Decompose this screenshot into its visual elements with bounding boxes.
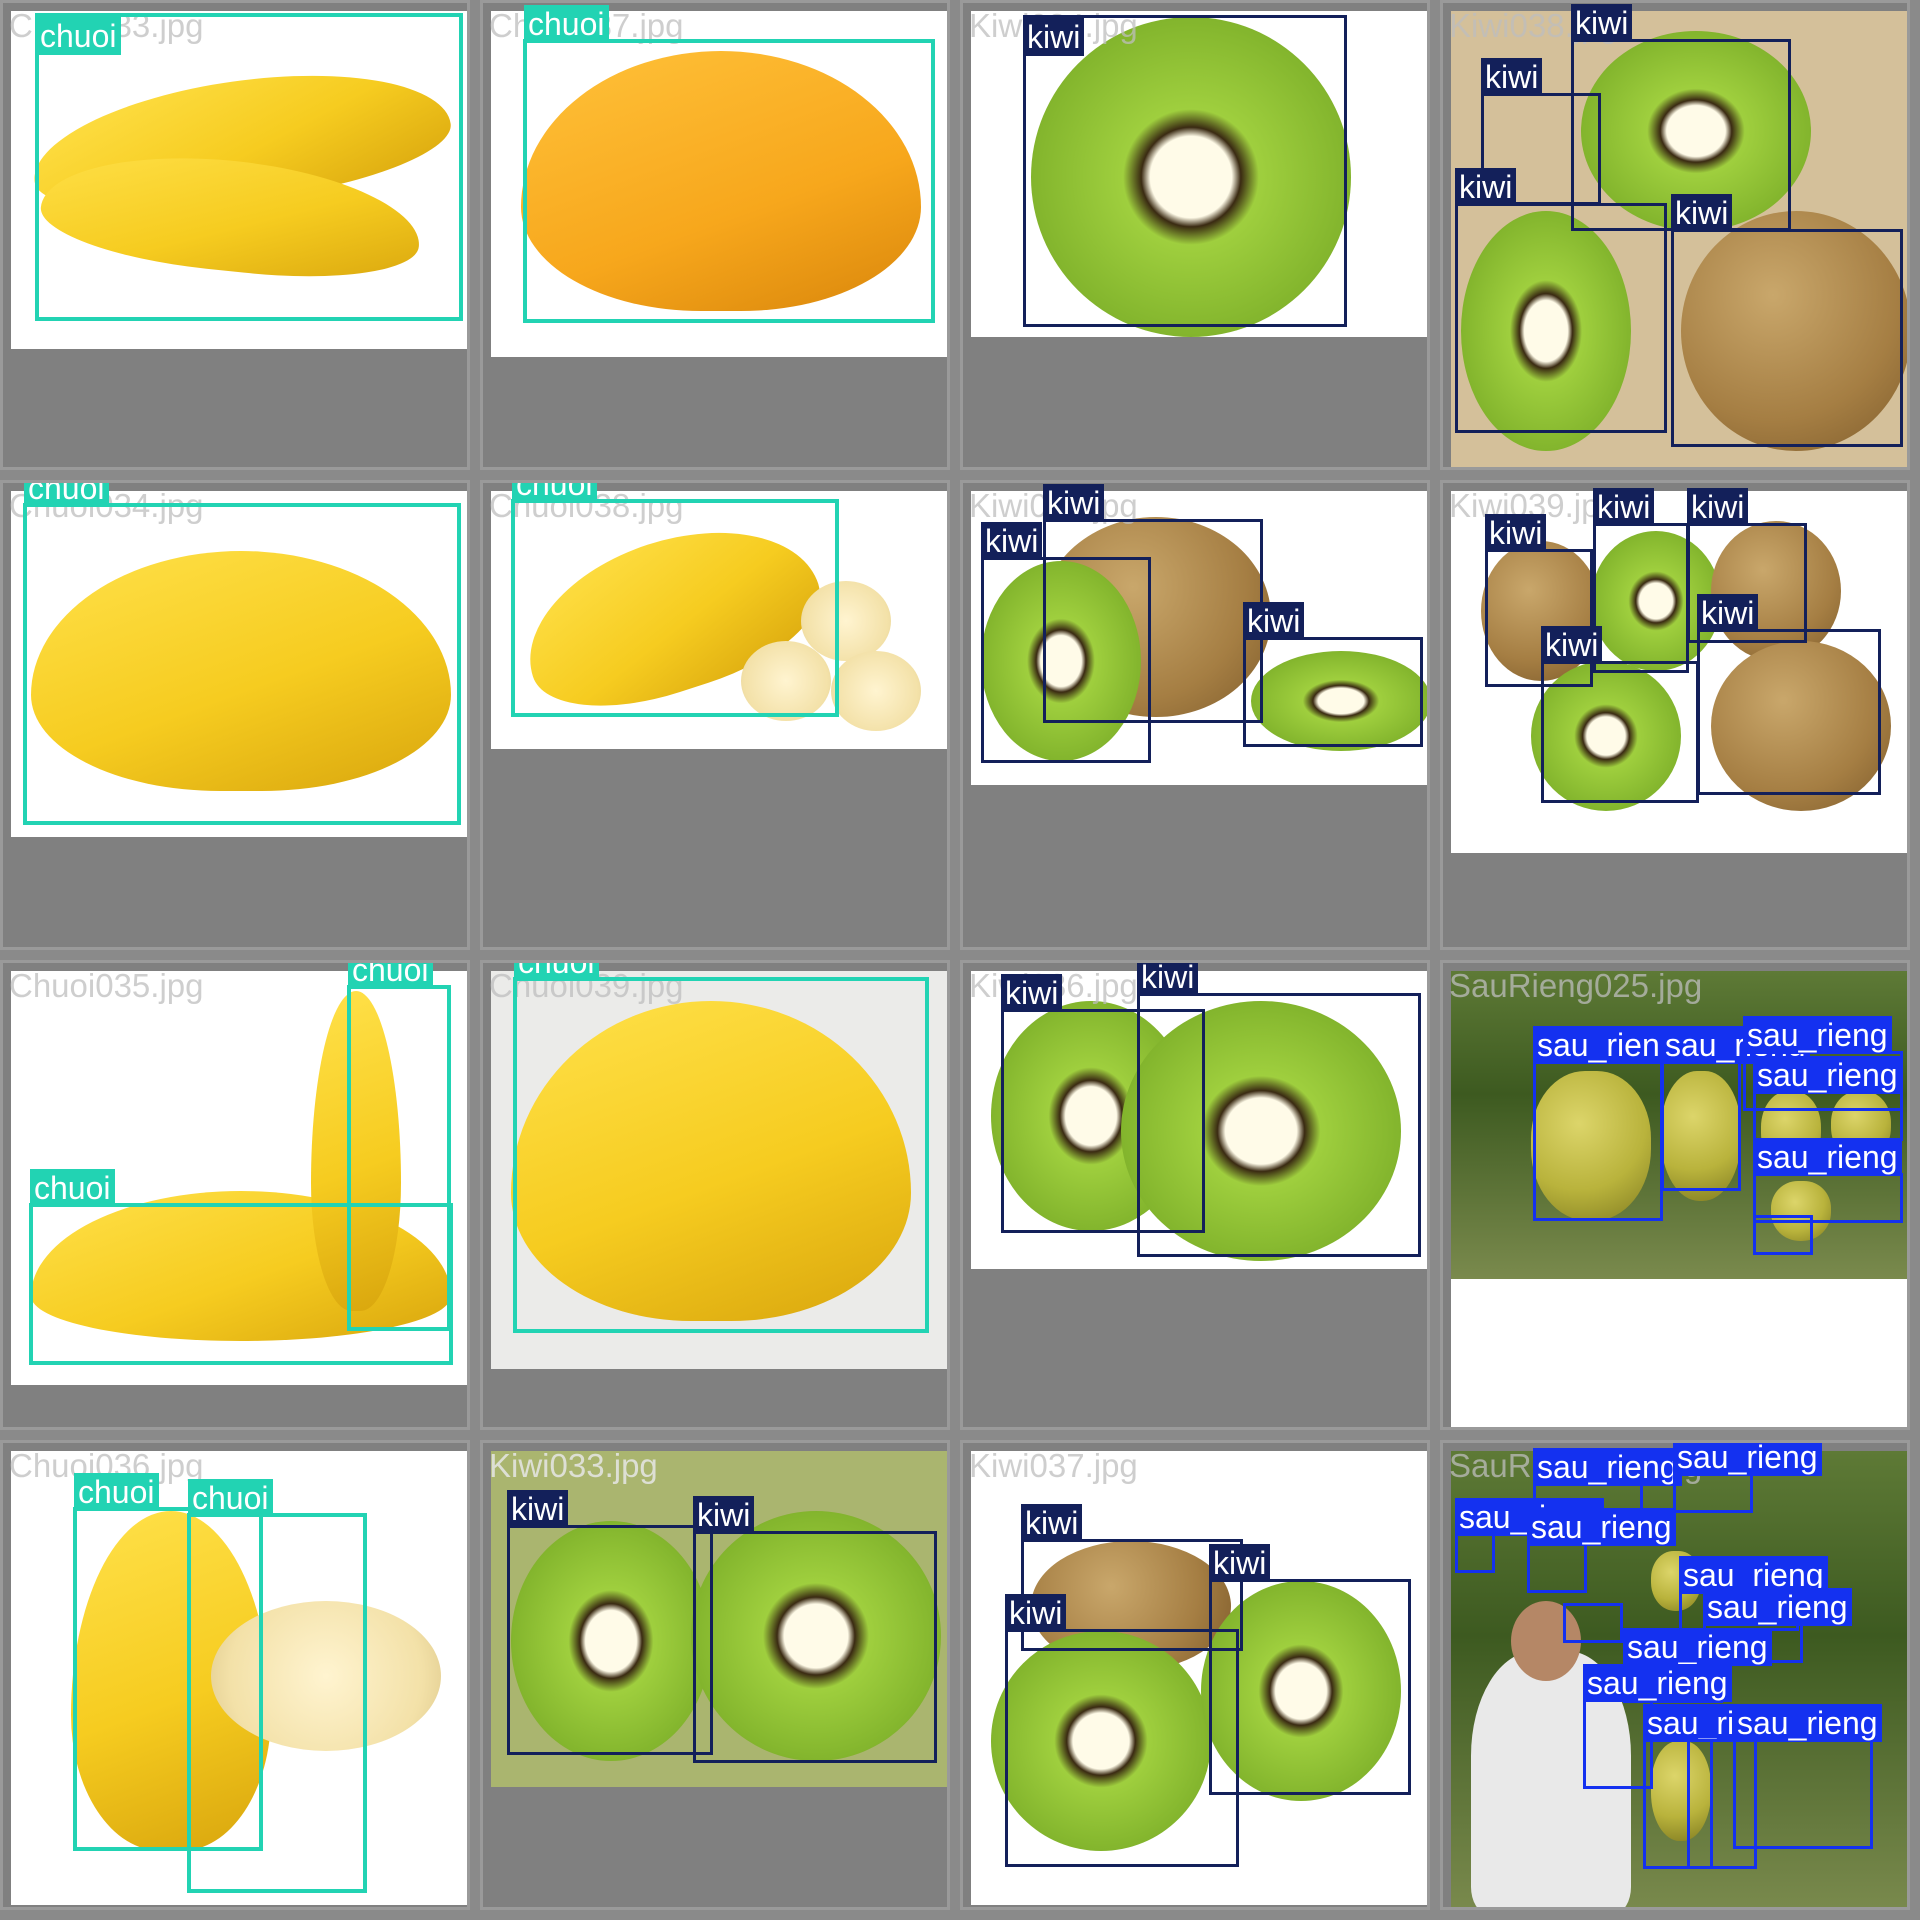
detection-label: sau_rieng	[1527, 1508, 1676, 1546]
detection-label: chuoi	[30, 1169, 115, 1207]
detection-label: chuoi	[36, 17, 121, 55]
detection-label: chuoi	[348, 963, 433, 989]
detection-box: kiwi	[1697, 594, 1881, 795]
detection-label: kiwi	[1593, 488, 1655, 526]
image-tile: Kiwi034.jpg kiwi	[960, 0, 1430, 470]
detection-label: sau_rieng	[1743, 1016, 1892, 1054]
detection-label: sau_rieng	[1533, 1448, 1682, 1486]
image-filename: Kiwi033.jpg	[489, 1447, 658, 1484]
image-tile: Kiwi037.jpg kiwi kiwi kiwi	[960, 1440, 1430, 1910]
detection-label: chuoi	[524, 5, 609, 43]
image-tile: SauRieng026.jpg sau_rieng sau_rieng sau_…	[1440, 1440, 1910, 1910]
detection-label: kiwi	[1571, 4, 1633, 42]
detection-label: kiwi	[1481, 58, 1543, 96]
image-tile: SauRieng025.jpg sau_rieng sau_rieng sau_…	[1440, 960, 1910, 1430]
detection-label: kiwi	[507, 1490, 569, 1528]
detection-label: sau_rieng	[1673, 1443, 1822, 1476]
detection-label: kiwi	[1001, 974, 1063, 1012]
image-tile: Kiwi038.jpg kiwi kiwi kiwi kiwi	[1440, 0, 1910, 470]
image-tile: Kiwi035.jpg kiwi kiwi kiwi	[960, 480, 1430, 950]
image-tile: Chuoi038.jpg chuoi	[480, 480, 950, 950]
image-tile: Chuoi034.jpg chuoi	[0, 480, 470, 950]
detection-box: kiwi	[1243, 602, 1423, 747]
detection-box: kiwi	[981, 522, 1151, 763]
detection-label: kiwi	[1021, 1504, 1083, 1542]
detection-box: sau_rieng	[1533, 1026, 1682, 1221]
detection-box: chuoi	[35, 13, 463, 321]
detection-box: kiwi	[693, 1496, 937, 1763]
detection-box: sau_rieng	[1733, 1704, 1882, 1849]
detection-box: sau_rieng	[1527, 1508, 1676, 1593]
image-filename: Chuoi035.jpg	[9, 967, 204, 1004]
detection-label: chuoi	[188, 1479, 273, 1517]
detection-box: kiwi	[1137, 963, 1421, 1257]
detection-label: kiwi	[1023, 18, 1085, 56]
detection-label: sau_rieng	[1733, 1704, 1882, 1742]
detection-label: sau_rieng	[1583, 1664, 1732, 1702]
detection-label: kiwi	[1671, 194, 1733, 232]
image-tile: Chuoi037.jpg chuoi	[480, 0, 950, 470]
banana-slice-shape	[831, 651, 921, 731]
detection-box: kiwi	[507, 1490, 713, 1755]
detection-box: kiwi	[1005, 1594, 1239, 1867]
image-filename: SauRieng025.jpg	[1449, 967, 1703, 1004]
detection-box: sau_rieng	[1753, 1056, 1903, 1141]
detection-box: kiwi	[1541, 626, 1699, 803]
detection-label: kiwi	[1541, 626, 1603, 664]
detection-label: kiwi	[1455, 168, 1517, 206]
detection-box: sau_rieng	[1673, 1443, 1822, 1513]
detection-box: sau_rieng	[1753, 1215, 1813, 1255]
detection-label: kiwi	[1485, 514, 1547, 552]
detection-box: chuoi	[187, 1479, 367, 1893]
detection-label: kiwi	[1697, 594, 1759, 632]
detection-label: kiwi	[1687, 488, 1749, 526]
image-filename: Kiwi037.jpg	[969, 1447, 1138, 1484]
detection-label: kiwi	[1209, 1544, 1271, 1582]
detection-label: sau_rieng	[1533, 1026, 1682, 1064]
detection-label: sau_rieng	[1623, 1628, 1772, 1666]
detection-box: chuoi	[23, 483, 461, 825]
detection-box: kiwi	[1023, 15, 1347, 327]
detection-box: sau_rieng	[1661, 1026, 1810, 1191]
detection-label: kiwi	[1137, 963, 1199, 996]
detection-box: kiwi	[1671, 194, 1903, 447]
detection-label: sau_rieng	[1753, 1138, 1902, 1176]
image-tile: Chuoi035.jpg chuoi chuoi	[0, 960, 470, 1430]
image-tile: Kiwi036.jpg kiwi kiwi	[960, 960, 1430, 1430]
detection-label: kiwi	[1243, 602, 1305, 640]
image-tile: Kiwi039.jpg kiwi kiwi kiwi kiwi kiwi	[1440, 480, 1910, 950]
detection-label: chuoi	[514, 963, 599, 981]
detection-label: kiwi	[1005, 1594, 1067, 1632]
image-padding	[1451, 1279, 1907, 1427]
detection-label: kiwi	[981, 522, 1043, 560]
detection-label: sau_rieng	[1703, 1588, 1852, 1626]
detection-box: sau_rieng	[1455, 1498, 1604, 1573]
detection-box: chuoi	[513, 963, 929, 1333]
image-tile: Kiwi033.jpg kiwi kiwi	[480, 1440, 950, 1910]
detection-box: chuoi	[523, 5, 935, 323]
detection-box: kiwi	[1593, 488, 1689, 673]
image-tile: Chuoi036.jpg chuoi chuoi	[0, 1440, 470, 1910]
detection-label: sau_rieng	[1753, 1056, 1902, 1094]
image-tile: Chuoi039.jpg chuoi	[480, 960, 950, 1430]
detection-box: chuoi	[511, 483, 839, 717]
detection-box: kiwi	[1209, 1544, 1411, 1795]
mosaic-grid: Chuoi033.jpg chuoi Chuoi037.jpg chuoi Ki…	[0, 0, 1920, 1920]
detection-label: chuoi	[512, 483, 597, 503]
detection-label: kiwi	[1043, 484, 1105, 522]
detection-label: kiwi	[693, 1496, 755, 1534]
image-tile: Chuoi033.jpg chuoi	[0, 0, 470, 470]
detection-label: chuoi	[24, 483, 109, 507]
detection-label: chuoi	[74, 1473, 159, 1511]
detection-box: kiwi	[1455, 168, 1667, 433]
detection-box: sau_rieng	[1563, 1603, 1623, 1643]
detection-box: chuoi	[29, 1169, 453, 1365]
